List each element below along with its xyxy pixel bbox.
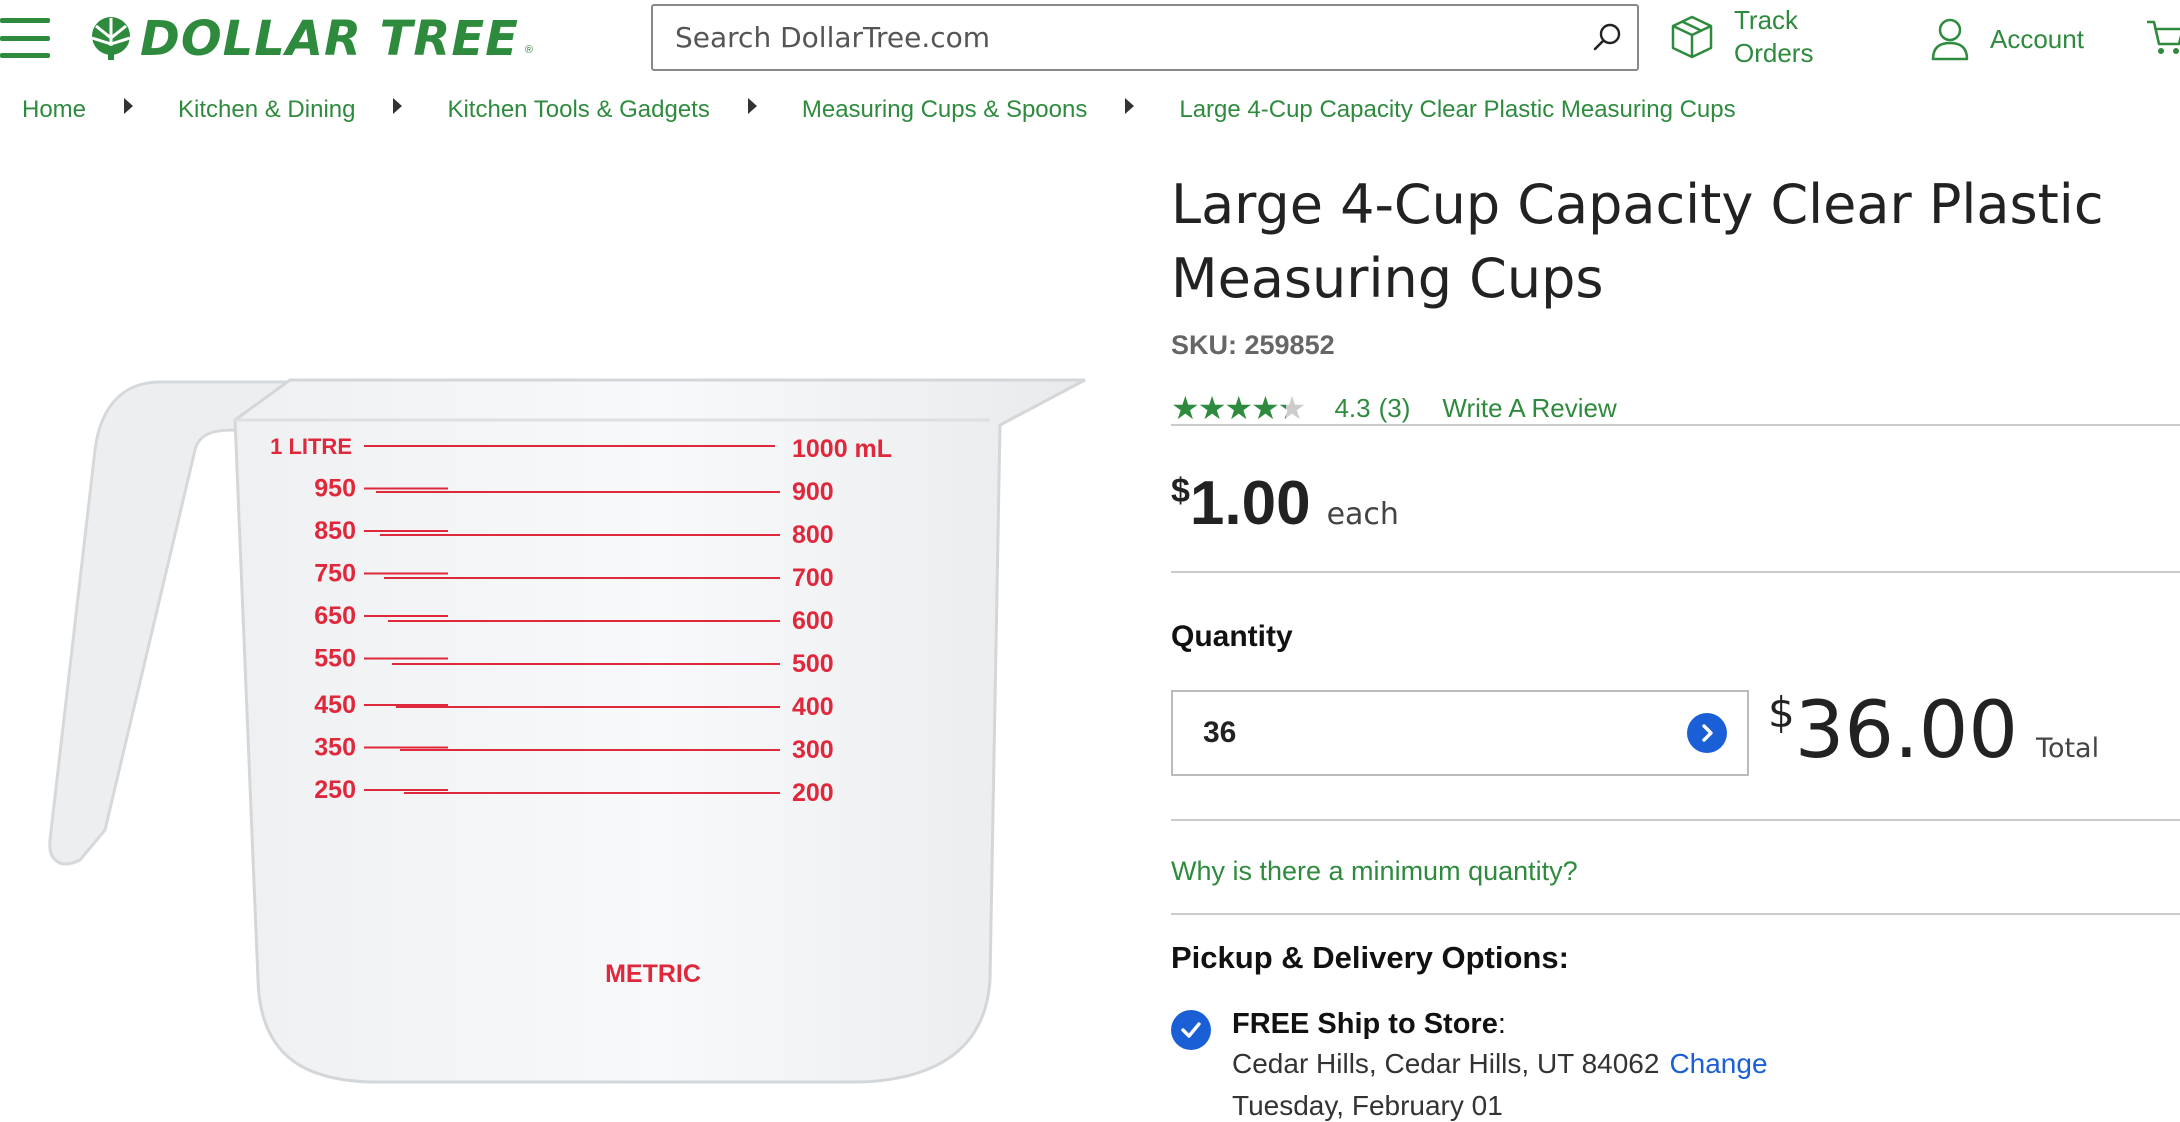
divider xyxy=(1171,913,2180,915)
account-link[interactable]: Account xyxy=(1930,14,2084,64)
rating-stars[interactable]: ★ ★ ★ ★ ★ xyxy=(1171,389,1307,427)
star-icon: ★ xyxy=(1197,390,1227,426)
marking-left-label: 1 LITRE xyxy=(270,434,352,459)
box-icon xyxy=(1671,15,1713,59)
dollar-tree-logo[interactable]: DOLLAR TREE ® xyxy=(88,11,534,67)
star-icon: ★ xyxy=(1171,390,1200,426)
account-label: Account xyxy=(1990,23,2084,54)
search-icon[interactable] xyxy=(1577,8,1637,68)
price-unit: each xyxy=(1326,497,1399,532)
marking-left-label: 750 xyxy=(314,560,356,588)
total-currency: $ xyxy=(1768,688,1795,737)
ship-to-store-radio[interactable] xyxy=(1171,1010,1211,1050)
tree-logo-icon xyxy=(91,17,131,60)
divider xyxy=(1171,424,2180,426)
product-image[interactable]: 1 LITRE 950 850 750 650 550 450 350 250 1000 mL 90… xyxy=(40,360,1100,1100)
marking-left-label: 650 xyxy=(314,602,356,630)
breadcrumb-separator-icon xyxy=(747,98,757,114)
search-bar xyxy=(651,4,1639,71)
total-label: Total xyxy=(2036,733,2100,764)
track-orders-label: Track Orders xyxy=(1734,5,1814,68)
product-title: Large 4-Cup Capacity Clear Plastic Measu… xyxy=(1171,173,2104,310)
divider xyxy=(1171,819,2180,821)
menu-icon[interactable] xyxy=(0,18,50,58)
quantity-submit-button[interactable] xyxy=(1687,713,1727,753)
marking-right-label: 900 xyxy=(792,478,834,506)
marking-left-label: 850 xyxy=(314,517,356,545)
user-icon xyxy=(1931,18,1969,61)
price-amount: 1.00 xyxy=(1189,469,1311,538)
quantity-input[interactable] xyxy=(1173,715,1687,751)
marking-left-label: 450 xyxy=(314,691,356,719)
chevron-right-icon xyxy=(1702,724,1713,742)
star-icon: ★ xyxy=(1224,390,1253,426)
check-icon xyxy=(1181,1022,1201,1038)
marking-right-label: 300 xyxy=(792,736,834,764)
rating-value: 4.3 xyxy=(1334,392,1371,423)
product-sku: SKU: 259852 xyxy=(1171,330,1335,360)
breadcrumb-home[interactable]: Home xyxy=(22,96,86,124)
breadcrumb-kitchen-dining[interactable]: Kitchen & Dining xyxy=(178,96,355,124)
store-address: Cedar Hills, Cedar Hills, UT 84062 xyxy=(1232,1048,1660,1079)
marking-right-label: 200 xyxy=(792,779,834,807)
marking-left-label: 350 xyxy=(314,734,356,762)
marking-right-label: 800 xyxy=(792,521,834,549)
cart-icon[interactable] xyxy=(2145,18,2180,63)
pickup-delivery-heading: Pickup & Delivery Options: xyxy=(1171,940,1569,975)
divider xyxy=(1171,571,2180,573)
breadcrumb-kitchen-tools[interactable]: Kitchen Tools & Gadgets xyxy=(447,96,709,124)
change-store-link[interactable]: Change xyxy=(1669,1048,1767,1079)
quantity-field xyxy=(1171,690,1749,776)
star-icon: ★ xyxy=(1277,390,1307,426)
rating-count[interactable]: (3) xyxy=(1379,393,1411,424)
logo-text: DOLLAR TREE xyxy=(140,11,519,67)
price-currency: $ xyxy=(1171,472,1190,510)
min-quantity-link[interactable]: Why is there a minimum quantity? xyxy=(1171,856,1578,887)
marking-right-label: 1000 mL xyxy=(792,435,892,463)
breadcrumb-current-product[interactable]: Large 4-Cup Capacity Clear Plastic Measu… xyxy=(1179,96,1735,124)
total-amount: 36.00 xyxy=(1794,686,2019,776)
ship-to-store-title: FREE Ship to Store: xyxy=(1232,1008,1506,1040)
metric-label: METRIC xyxy=(605,960,701,988)
marking-right-label: 700 xyxy=(792,564,834,592)
star-icon: ★ xyxy=(1251,390,1280,426)
product-rating: ★ ★ ★ ★ ★ 4.3 (3) Write A Review xyxy=(1171,390,1617,426)
breadcrumb-separator-icon xyxy=(393,98,403,114)
marking-left-label: 250 xyxy=(314,776,356,804)
breadcrumb-separator-icon xyxy=(1125,98,1135,114)
marking-left-label: 950 xyxy=(314,475,356,503)
unit-price: $ 1.00 each xyxy=(1171,468,1399,539)
breadcrumb-separator-icon xyxy=(124,98,134,114)
marking-right-label: 500 xyxy=(792,650,834,678)
track-orders-link[interactable]: Track Orders xyxy=(1670,4,1834,70)
marking-left-label: 550 xyxy=(314,645,356,673)
marking-right-label: 600 xyxy=(792,607,834,635)
logo-registered-mark: ® xyxy=(524,44,534,56)
marking-right-label: 400 xyxy=(792,693,834,721)
breadcrumb: Home Kitchen & Dining Kitchen Tools & Ga… xyxy=(22,92,1736,128)
ship-to-store-date: Tuesday, February 01 xyxy=(1232,1090,1503,1121)
measuring-cup-illustration: 1 LITRE 950 850 750 650 550 450 350 250 1000 mL 90… xyxy=(48,378,1086,1084)
order-total: $ 36.00 Total xyxy=(1768,686,2099,776)
search-input[interactable] xyxy=(653,20,1577,55)
breadcrumb-measuring-cups[interactable]: Measuring Cups & Spoons xyxy=(802,96,1088,124)
ship-to-store-address: Cedar Hills, Cedar Hills, UT 84062 Change xyxy=(1232,1048,1768,1080)
write-review-link[interactable]: Write A Review xyxy=(1442,393,1616,424)
quantity-label: Quantity xyxy=(1171,620,1293,653)
